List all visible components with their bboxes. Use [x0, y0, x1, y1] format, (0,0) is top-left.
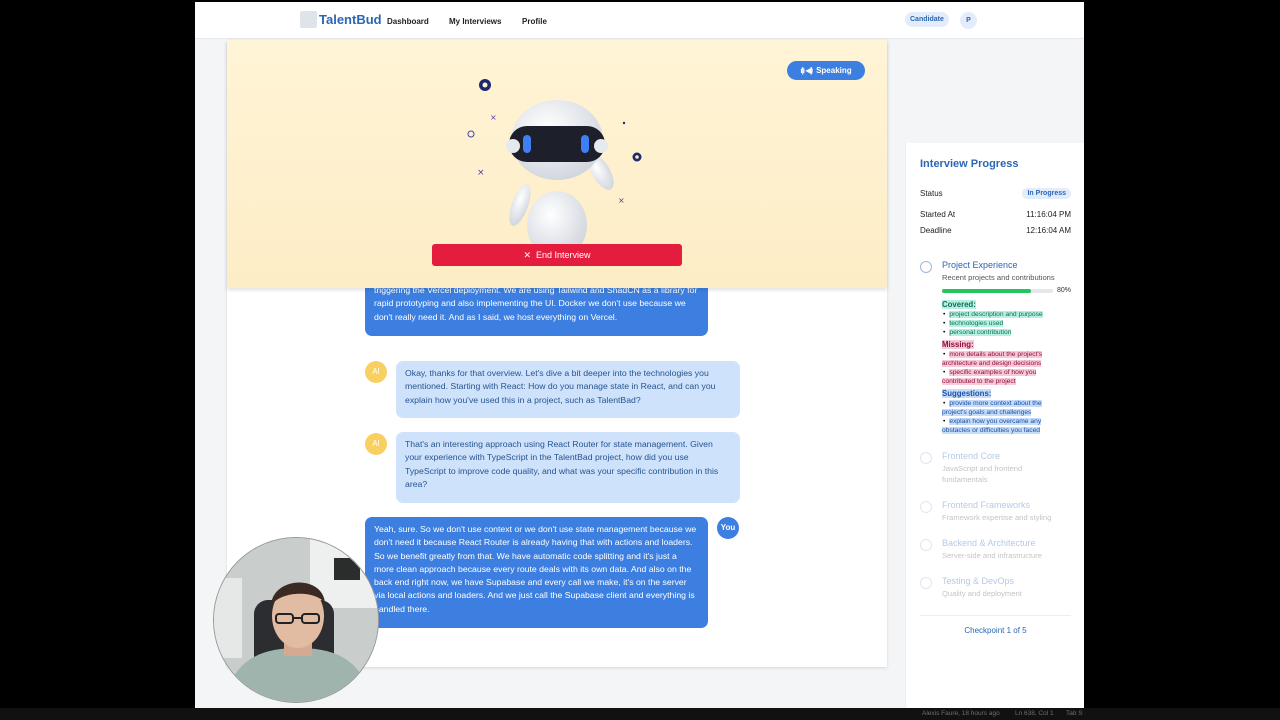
robot-avatar-icon: × × × [467, 79, 642, 259]
checkpoint-title: Frontend Core [942, 451, 1001, 461]
svg-text:×: × [618, 196, 625, 205]
covered-heading: Covered: [942, 300, 976, 309]
message-text: Okay, thanks for that overview. Let's di… [405, 368, 716, 405]
checkpoint-desc: JavaScript and frontend fundamentals [942, 464, 1023, 484]
user-avatar[interactable]: P [960, 12, 977, 29]
started-row: Started At 11:16:04 PM [920, 210, 1071, 219]
chat-message-user: Yeah, sure. So we don't use context or w… [365, 517, 708, 628]
ai-avatar: AI [365, 361, 387, 383]
checkpoint-backend-architecture[interactable]: Backend & Architecture Server-side and i… [920, 538, 1075, 562]
suggestion-item: explain how you overcame any obstacles o… [942, 417, 1060, 435]
ai-avatar: AI [365, 433, 387, 455]
nav-profile[interactable]: Profile [522, 17, 547, 26]
missing-heading: Missing: [942, 340, 974, 349]
checkpoint-counter: Checkpoint 1 of 5 [964, 626, 1027, 635]
ai-interviewer-panel: ı|ı ◀) Speaking × × × ✕ End Interview [227, 40, 887, 288]
covered-item: project description and purpose [942, 310, 1060, 319]
progress-fill [942, 289, 1031, 293]
chat-message-ai: That's an interesting approach using Rea… [396, 432, 740, 503]
webcam-overlay [213, 537, 379, 703]
message-text: That's an interesting approach using Rea… [405, 439, 719, 489]
message-text: Yeah, sure. So we don't use context or w… [374, 524, 697, 614]
checkpoint-title: Backend & Architecture [942, 538, 1036, 548]
nav-dashboard[interactable]: Dashboard [387, 17, 429, 26]
brand-logo-icon [300, 11, 317, 28]
divider [920, 615, 1071, 616]
deadline-value: 12:16:04 AM [1026, 226, 1071, 235]
chat-message-user: triggering the Vercel deployment. We are… [365, 288, 708, 336]
checkpoint-testing-devops[interactable]: Testing & DevOps Quality and deployment [920, 576, 1075, 600]
progress-title: Interview Progress [920, 158, 1019, 170]
cursor-position[interactable]: Ln 638, Col 1 [1015, 710, 1054, 717]
checkpoint-frontend-core[interactable]: Frontend Core JavaScript and frontend fu… [920, 451, 1075, 484]
message-text: triggering the Vercel deployment. We are… [374, 288, 698, 322]
suggestions-heading: Suggestions: [942, 389, 992, 398]
deadline-row: Deadline 12:16:04 AM [920, 226, 1071, 235]
presenter-video-icon [214, 538, 378, 702]
checkpoint-progress-bar [942, 289, 1053, 293]
checkpoint-status-icon [920, 452, 932, 464]
speaking-indicator: ı|ı ◀) Speaking [787, 61, 865, 80]
svg-text:×: × [490, 113, 497, 122]
suggestion-item: provide more context about the project's… [942, 399, 1060, 417]
chat-message-ai: Okay, thanks for that overview. Let's di… [396, 361, 740, 418]
checkpoint-status-icon [920, 577, 932, 589]
tab-size[interactable]: Tab S [1066, 710, 1083, 717]
checkpoint-status-icon [920, 501, 932, 513]
brand-name: TalentBud [319, 12, 382, 27]
end-interview-button[interactable]: ✕ End Interview [432, 244, 682, 266]
user-chat-avatar: You [717, 517, 739, 539]
checkpoint-status-icon [920, 539, 932, 551]
checkpoint-title: Frontend Frameworks [942, 500, 1031, 510]
checkpoint-desc: Quality and deployment [942, 589, 1022, 598]
deadline-label: Deadline [920, 226, 952, 235]
missing-item: specific examples of how you contributed… [942, 368, 1060, 386]
editor-status-bar: Alexis Faure, 18 hours ago Ln 638, Col 1… [0, 708, 1280, 720]
checkpoint-desc: Server-side and infrastructure [942, 551, 1043, 560]
end-interview-label: End Interview [536, 250, 591, 260]
feedback-covered: Covered: project description and purpose… [942, 299, 1060, 337]
speaker-icon: ı|ı ◀) [800, 66, 813, 75]
started-value: 11:16:04 PM [1026, 210, 1071, 219]
feedback-missing: Missing: more details about the project'… [942, 339, 1060, 386]
checkpoint-status-icon [920, 261, 932, 273]
role-badge: Candidate [905, 12, 949, 27]
feedback-suggestions: Suggestions: provide more context about … [942, 388, 1060, 435]
nav-my-interviews[interactable]: My Interviews [449, 17, 501, 26]
svg-text:×: × [477, 168, 485, 178]
close-icon: ✕ [523, 249, 531, 260]
covered-item: personal contribution [942, 328, 1060, 337]
checkpoint-desc: Recent projects and contributions [942, 273, 1055, 282]
status-label: Status [920, 189, 943, 198]
started-label: Started At [920, 210, 956, 219]
status-badge: In Progress [1022, 188, 1071, 199]
checkpoint-project-experience[interactable]: Project Experience Recent projects and c… [920, 260, 1075, 290]
checkpoint-frontend-frameworks[interactable]: Frontend Frameworks Framework expertise … [920, 500, 1075, 524]
speaking-label: Speaking [816, 66, 852, 75]
brand[interactable]: TalentBud [300, 11, 382, 28]
checkpoint-title: Testing & DevOps [942, 576, 1015, 586]
checkpoint-progress-percent: 80% [1057, 287, 1072, 294]
interview-progress-panel: Interview Progress Status In Progress St… [905, 143, 1084, 708]
status-row: Status In Progress [920, 188, 1071, 199]
top-navigation: TalentBud Dashboard My Interviews Profil… [195, 2, 1084, 39]
checkpoint-title: Project Experience [942, 260, 1018, 270]
missing-item: more details about the project's archite… [942, 350, 1060, 368]
git-blame-text[interactable]: Alexis Faure, 18 hours ago [922, 710, 1000, 717]
checkpoint-desc: Framework expertise and styling [942, 513, 1052, 522]
covered-item: technologies used [942, 319, 1060, 328]
